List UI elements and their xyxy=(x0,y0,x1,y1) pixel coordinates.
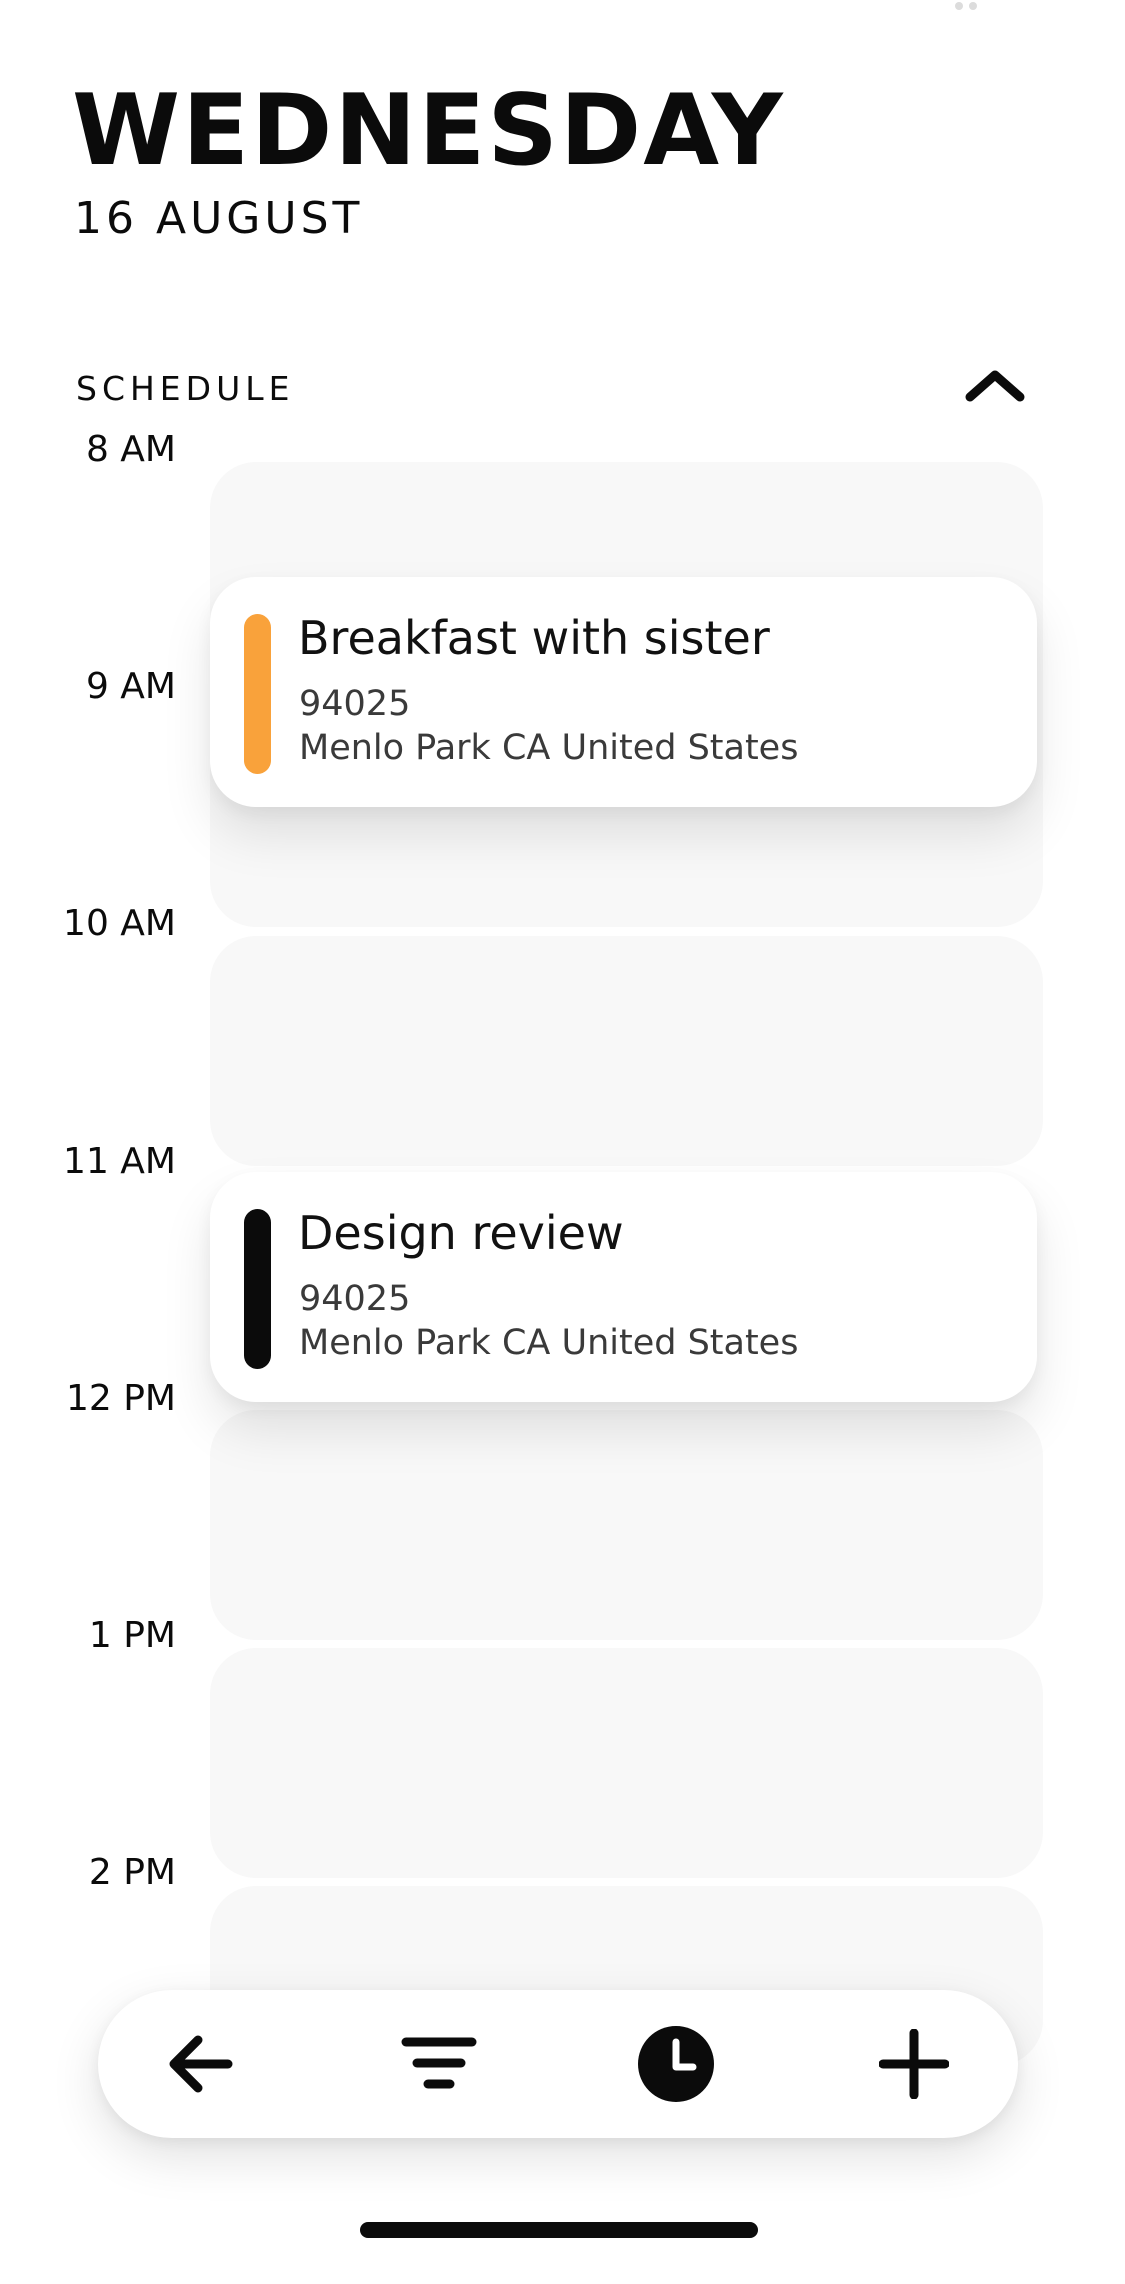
date-subtitle: 16 AUGUST xyxy=(74,193,364,244)
event-color-bar xyxy=(244,614,271,774)
time-label-9am: 9 AM xyxy=(85,666,176,707)
event-location: Menlo Park CA United States xyxy=(299,1323,799,1363)
home-indicator[interactable] xyxy=(360,2222,758,2238)
schedule-label: SCHEDULE xyxy=(76,369,295,408)
plus-icon xyxy=(879,2029,949,2099)
event-location: Menlo Park CA United States xyxy=(299,728,799,768)
bottom-toolbar xyxy=(98,1990,1018,2138)
time-label-11am: 11 AM xyxy=(63,1141,176,1182)
event-postal-code: 94025 xyxy=(299,1279,411,1319)
time-label-8am: 8 AM xyxy=(85,429,176,470)
add-event-button[interactable] xyxy=(864,2014,964,2114)
event-card-design-review[interactable]: Design review 94025 Menlo Park CA United… xyxy=(210,1172,1037,1402)
status-dots xyxy=(955,2,977,10)
chevron-up-icon xyxy=(965,370,1025,402)
back-button[interactable] xyxy=(150,2014,250,2114)
filter-icon xyxy=(401,2037,477,2089)
arrow-left-icon xyxy=(169,2035,233,2093)
event-title: Design review xyxy=(298,1206,624,1260)
time-label-2pm: 2 PM xyxy=(88,1852,176,1893)
clock-icon xyxy=(638,2026,714,2102)
time-label-10am: 10 AM xyxy=(63,903,176,944)
day-title: WEDNESDAY xyxy=(72,74,785,188)
time-slot-10am-11am[interactable] xyxy=(210,936,1043,1166)
event-title: Breakfast with sister xyxy=(298,611,770,665)
time-label-1pm: 1 PM xyxy=(88,1615,176,1656)
time-view-button[interactable] xyxy=(626,2014,726,2114)
time-label-12pm: 12 PM xyxy=(65,1378,176,1419)
event-card-breakfast[interactable]: Breakfast with sister 94025 Menlo Park C… xyxy=(210,577,1037,807)
time-slot-1pm-2pm[interactable] xyxy=(210,1648,1043,1878)
event-postal-code: 94025 xyxy=(299,684,411,724)
time-slot-12pm-1pm[interactable] xyxy=(210,1410,1043,1640)
collapse-schedule-button[interactable] xyxy=(960,360,1030,410)
filter-button[interactable] xyxy=(389,2014,489,2114)
event-color-bar xyxy=(244,1209,271,1369)
